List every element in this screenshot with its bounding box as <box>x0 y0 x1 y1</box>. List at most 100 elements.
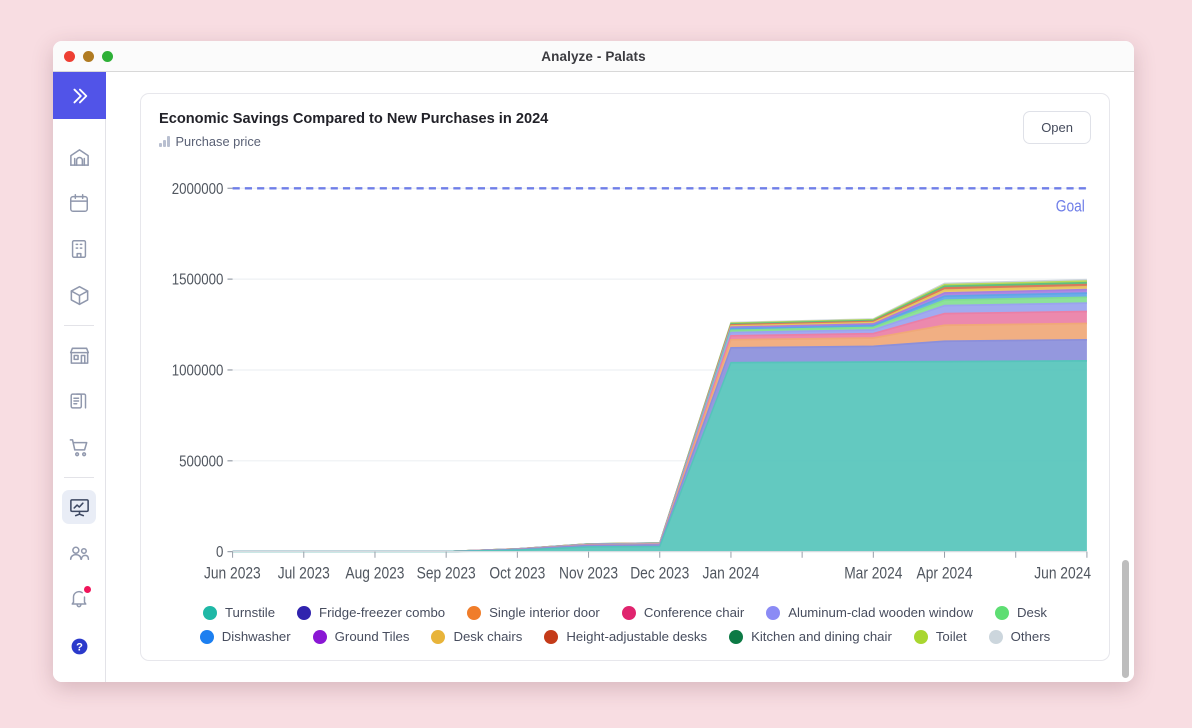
sidebar-divider-1 <box>64 325 94 326</box>
chart-goal-line: Goal <box>232 187 1087 216</box>
legend-swatch <box>766 605 781 620</box>
sidebar: ? <box>53 72 116 682</box>
sidebar-item-documents[interactable] <box>62 384 96 418</box>
legend-label: Desk chairs <box>453 629 523 644</box>
chart-series-areas <box>232 278 1087 553</box>
legend-label: Others <box>1010 629 1051 644</box>
legend-swatch <box>621 605 636 620</box>
chart-x-tick-labels: Jun 2023 Jul 2023 Aug 2023 Sep 2023 Oct 2023… <box>204 564 1091 582</box>
clipboard-icon <box>70 393 87 409</box>
sidebar-item-help[interactable]: ? <box>62 629 96 663</box>
x-axis-tick-label: Aug 2023 <box>345 564 404 582</box>
sidebar-item-calendar[interactable] <box>62 186 96 220</box>
legend-item[interactable]: Kitchen and dining chair <box>729 629 892 644</box>
minimize-button[interactable] <box>83 51 94 62</box>
series-area <box>232 360 1087 552</box>
legend-label: Kitchen and dining chair <box>751 629 892 644</box>
legend-swatch <box>199 629 214 644</box>
legend-swatch <box>913 629 928 644</box>
chart-legend: Turnstile Fridge-freezer combo Single inte… <box>159 605 1091 648</box>
x-axis-tick-label: Jun 2024 <box>1034 564 1091 582</box>
legend-item[interactable]: Single interior door <box>467 605 600 620</box>
sidebar-divider-2 <box>64 477 94 478</box>
legend-label: Aluminum-clad wooden window <box>788 605 973 620</box>
svg-text:?: ? <box>76 641 83 653</box>
cube-icon <box>70 285 88 305</box>
window-body: ? Economic Savings Compared to New Purch… <box>53 72 1134 682</box>
window-controls <box>64 51 113 62</box>
legend-swatch <box>467 605 482 620</box>
legend-label: Height-adjustable desks <box>566 629 708 644</box>
legend-swatch <box>994 605 1009 620</box>
legend-item[interactable]: Toilet <box>913 629 967 644</box>
legend-item[interactable]: Ground Tiles <box>312 629 410 644</box>
title-bar: Analyze - Palats <box>53 41 1134 72</box>
area-chart-svg[interactable]: 0 500000 1000000 1500000 2000000 Jun 2023 Jul… <box>159 153 1091 603</box>
legend-label: Toilet <box>935 629 967 644</box>
chart-card: Economic Savings Compared to New Purchas… <box>140 93 1110 661</box>
office-building-icon <box>71 240 87 258</box>
legend-swatch <box>431 629 446 644</box>
page-title: Economic Savings Compared to New Purchas… <box>159 111 549 127</box>
presentation-chart-icon <box>69 498 89 516</box>
legend-item[interactable]: Dishwasher <box>199 629 291 644</box>
calendar-icon <box>70 194 88 212</box>
maximize-button[interactable] <box>102 51 113 62</box>
sidebar-item-properties[interactable] <box>62 232 96 266</box>
legend-swatch <box>544 629 559 644</box>
legend-label: Desk <box>1016 605 1048 620</box>
y-axis-tick-label: 1500000 <box>172 272 224 289</box>
legend-label: Dishwasher <box>221 629 291 644</box>
x-axis-tick-label: Dec 2023 <box>630 564 689 582</box>
notification-badge <box>84 586 91 593</box>
legend-label: Turnstile <box>224 605 276 620</box>
x-axis-tick-label: Jan 2024 <box>703 564 760 582</box>
sidebar-item-assets[interactable] <box>62 278 96 312</box>
x-axis-tick-label: Nov 2023 <box>559 564 618 582</box>
legend-swatch <box>312 629 327 644</box>
legend-item[interactable]: Fridge-freezer combo <box>297 605 445 620</box>
sidebar-item-purchases[interactable] <box>62 430 96 464</box>
main-content: Economic Savings Compared to New Purchas… <box>106 72 1134 682</box>
open-button[interactable]: Open <box>1023 111 1091 144</box>
legend-swatch <box>988 629 1003 644</box>
chart-y-tick-labels: 0 500000 1000000 1500000 2000000 <box>172 181 224 562</box>
question-circle-icon: ? <box>71 638 87 654</box>
content-scrollbar-thumb[interactable] <box>1122 560 1129 678</box>
legend-item[interactable]: Desk chairs <box>431 629 522 644</box>
legend-item[interactable]: Desk <box>994 605 1048 620</box>
chart-subtitle-row: Purchase price <box>159 134 548 149</box>
sidebar-item-people[interactable] <box>62 536 96 570</box>
sidebar-collapse-button[interactable] <box>53 72 106 119</box>
goal-label: Goal <box>1056 197 1085 215</box>
window-title: Analyze - Palats <box>541 48 646 64</box>
y-axis-tick-label: 2000000 <box>172 181 224 198</box>
chart-card-header: Economic Savings Compared to New Purchas… <box>159 111 1091 149</box>
legend-item[interactable]: Others <box>988 629 1051 644</box>
legend-item[interactable]: Conference chair <box>621 605 744 620</box>
sidebar-item-dashboard[interactable] <box>62 140 96 174</box>
content-scrollbar[interactable] <box>1119 72 1131 682</box>
x-axis-tick-label: Apr 2024 <box>917 564 973 582</box>
x-axis-tick-label: Sep 2023 <box>417 564 476 582</box>
y-axis-tick-label: 1000000 <box>172 362 224 379</box>
x-axis-tick-label: Mar 2024 <box>844 564 903 582</box>
legend-item[interactable]: Turnstile <box>202 605 276 620</box>
legend-swatch <box>202 605 217 620</box>
y-axis-tick-label: 0 <box>216 544 223 561</box>
storefront-icon <box>69 347 89 364</box>
sidebar-item-notifications[interactable] <box>62 582 96 616</box>
close-button[interactable] <box>64 51 75 62</box>
x-axis-tick-label: Jul 2023 <box>278 564 330 582</box>
chart-plot-area: 0 500000 1000000 1500000 2000000 Jun 2023 Jul… <box>159 153 1091 603</box>
sidebar-item-analyze[interactable] <box>62 490 96 524</box>
chart-subtitle: Purchase price <box>175 134 261 149</box>
legend-label: Fridge-freezer combo <box>319 605 446 620</box>
bar-chart-icon <box>159 136 170 147</box>
legend-item[interactable]: Aluminum-clad wooden window <box>766 605 973 620</box>
legend-item[interactable]: Height-adjustable desks <box>544 629 707 644</box>
y-axis-tick-label: 500000 <box>179 453 223 470</box>
legend-label: Single interior door <box>489 605 600 620</box>
legend-label: Ground Tiles <box>334 629 410 644</box>
sidebar-item-store[interactable] <box>62 338 96 372</box>
